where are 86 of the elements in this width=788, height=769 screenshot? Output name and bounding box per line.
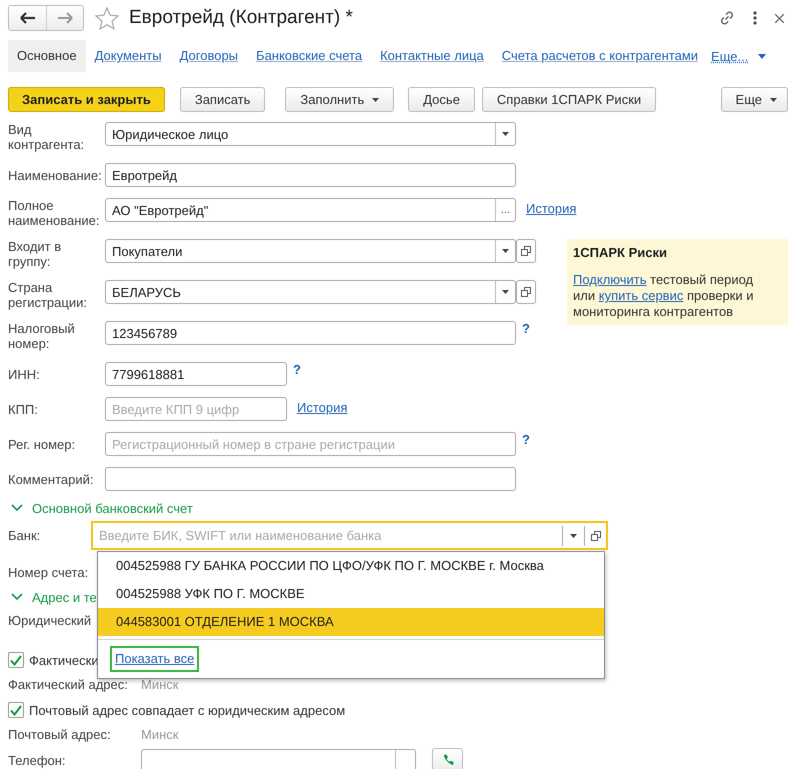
- input-field[interactable]: [141, 749, 416, 769]
- checkbox-label: Почтовый адрес совпадает с юридическим адресом: [29, 702, 346, 718]
- open-button[interactable]: [516, 239, 536, 263]
- checkbox[interactable]: [8, 702, 24, 718]
- caret-icon: [502, 290, 509, 294]
- link-icon[interactable]: [719, 10, 735, 26]
- toolbar-button[interactable]: Записать: [180, 87, 266, 112]
- tab[interactable]: Контактные лица: [371, 40, 493, 72]
- field-label: Юридический: [8, 612, 92, 628]
- panel-title: 1СПАРК Риски: [573, 245, 668, 260]
- panel-text: Подключить тестовый период или купить сервис проверки и мониторинга контрагентов: [573, 272, 754, 320]
- field-label: Телефон:: [8, 752, 67, 768]
- back-arrow-icon: [20, 12, 36, 24]
- more-tabs-link[interactable]: Еще...: [711, 48, 748, 64]
- field-label: Номер счета:: [8, 564, 90, 580]
- tab[interactable]: Основное: [8, 40, 86, 72]
- show-all-link[interactable]: Показать все: [110, 646, 200, 672]
- dropdown-caret-icon[interactable]: [758, 54, 766, 58]
- address-value: Минск: [141, 726, 178, 742]
- check-icon: [10, 704, 22, 716]
- caret-icon: [570, 534, 577, 538]
- input-field[interactable]: Юридическое лицо: [105, 122, 516, 146]
- list-item[interactable]: 004525988 ГУ БАНКА РОССИИ ПО ЦФО/УФК ПО Г. МОСКВЕ г. Москва: [98, 552, 604, 580]
- open-icon: [521, 246, 531, 256]
- tab[interactable]: Документы: [86, 40, 171, 72]
- toolbar-button[interactable]: Досье: [408, 87, 475, 112]
- close-icon[interactable]: [775, 14, 784, 22]
- help-link[interactable]: ?: [522, 432, 530, 447]
- checkbox[interactable]: [8, 652, 24, 668]
- caret-icon: [770, 98, 777, 102]
- field-label: Входит в группу:: [8, 239, 62, 269]
- field-label: ИНН:: [8, 366, 41, 384]
- input-field[interactable]: АО "Евротрейд" ...: [105, 198, 516, 222]
- panel-link[interactable]: купить сервис: [598, 288, 684, 303]
- input-field[interactable]: 123456789: [105, 321, 516, 345]
- field-label: Страна регистрации:: [8, 280, 88, 310]
- chevron-icon[interactable]: [11, 593, 23, 601]
- call-button[interactable]: [432, 748, 463, 769]
- caret-icon: [372, 98, 380, 102]
- caret-icon: [502, 132, 509, 136]
- caret-icon: [502, 249, 509, 253]
- help-link[interactable]: ?: [293, 362, 301, 377]
- list-item[interactable]: 044583001 ОТДЕЛЕНИЕ 1 МОСКВА: [98, 608, 604, 636]
- list-item[interactable]: 004525988 УФК ПО Г. МОСКВЕ: [98, 580, 604, 608]
- chevron-icon[interactable]: [11, 504, 23, 512]
- field-label: Наименование:: [8, 166, 103, 184]
- toolbar-button[interactable]: Справки 1СПАРК Риски: [482, 87, 656, 112]
- field-label: Рег. номер:: [8, 436, 76, 454]
- history-link[interactable]: История: [297, 397, 348, 419]
- history-link[interactable]: История: [526, 198, 576, 220]
- section-title[interactable]: Адрес и те: [32, 590, 97, 604]
- back-button[interactable]: [9, 6, 46, 30]
- phone-icon: [442, 754, 454, 766]
- tab[interactable]: Банковские счета: [247, 40, 372, 72]
- window-title: Евротрейд (Контрагент) *: [129, 7, 353, 29]
- field-label: Полное наименование:: [8, 198, 101, 228]
- input-field[interactable]: Евротрейд: [105, 163, 516, 187]
- open-icon: [521, 287, 531, 297]
- tab[interactable]: Договоры: [170, 40, 248, 72]
- more-menu-button[interactable]: Еще: [720, 87, 788, 112]
- field-label: Банк:: [8, 528, 42, 543]
- forward-arrow-icon: [57, 12, 73, 24]
- panel-link[interactable]: Подключить: [573, 272, 647, 287]
- check-icon: [10, 654, 22, 666]
- select-button[interactable]: ...: [495, 199, 515, 221]
- field-label: Фактический адрес:: [8, 676, 129, 692]
- address-value: Минск: [141, 676, 178, 692]
- more-icon[interactable]: [753, 11, 757, 25]
- save-close-button[interactable]: Записать и закрыть: [8, 87, 165, 112]
- input-field[interactable]: 7799618881: [105, 362, 287, 386]
- field-label: Вид контрагента:: [8, 122, 86, 152]
- field-label: КПП:: [8, 400, 39, 418]
- input-field[interactable]: Покупатели: [105, 239, 516, 263]
- open-icon: [590, 530, 600, 540]
- help-link[interactable]: ?: [522, 321, 530, 336]
- open-button[interactable]: [516, 280, 536, 304]
- star-icon[interactable]: [95, 6, 119, 30]
- field-label: Почтовый адрес:: [8, 726, 112, 742]
- menu-button[interactable]: Заполнить: [285, 87, 394, 112]
- field-label: Налоговый номер:: [8, 321, 76, 351]
- input-field[interactable]: БЕЛАРУСЬ: [105, 280, 516, 304]
- checkbox-label: Фактически: [29, 652, 99, 668]
- section-title[interactable]: Основной банковский счет: [32, 500, 193, 516]
- field-label: Комментарий:: [8, 470, 94, 489]
- input-field[interactable]: [105, 467, 516, 491]
- tab[interactable]: Счета расчетов с контрагентами: [492, 40, 708, 72]
